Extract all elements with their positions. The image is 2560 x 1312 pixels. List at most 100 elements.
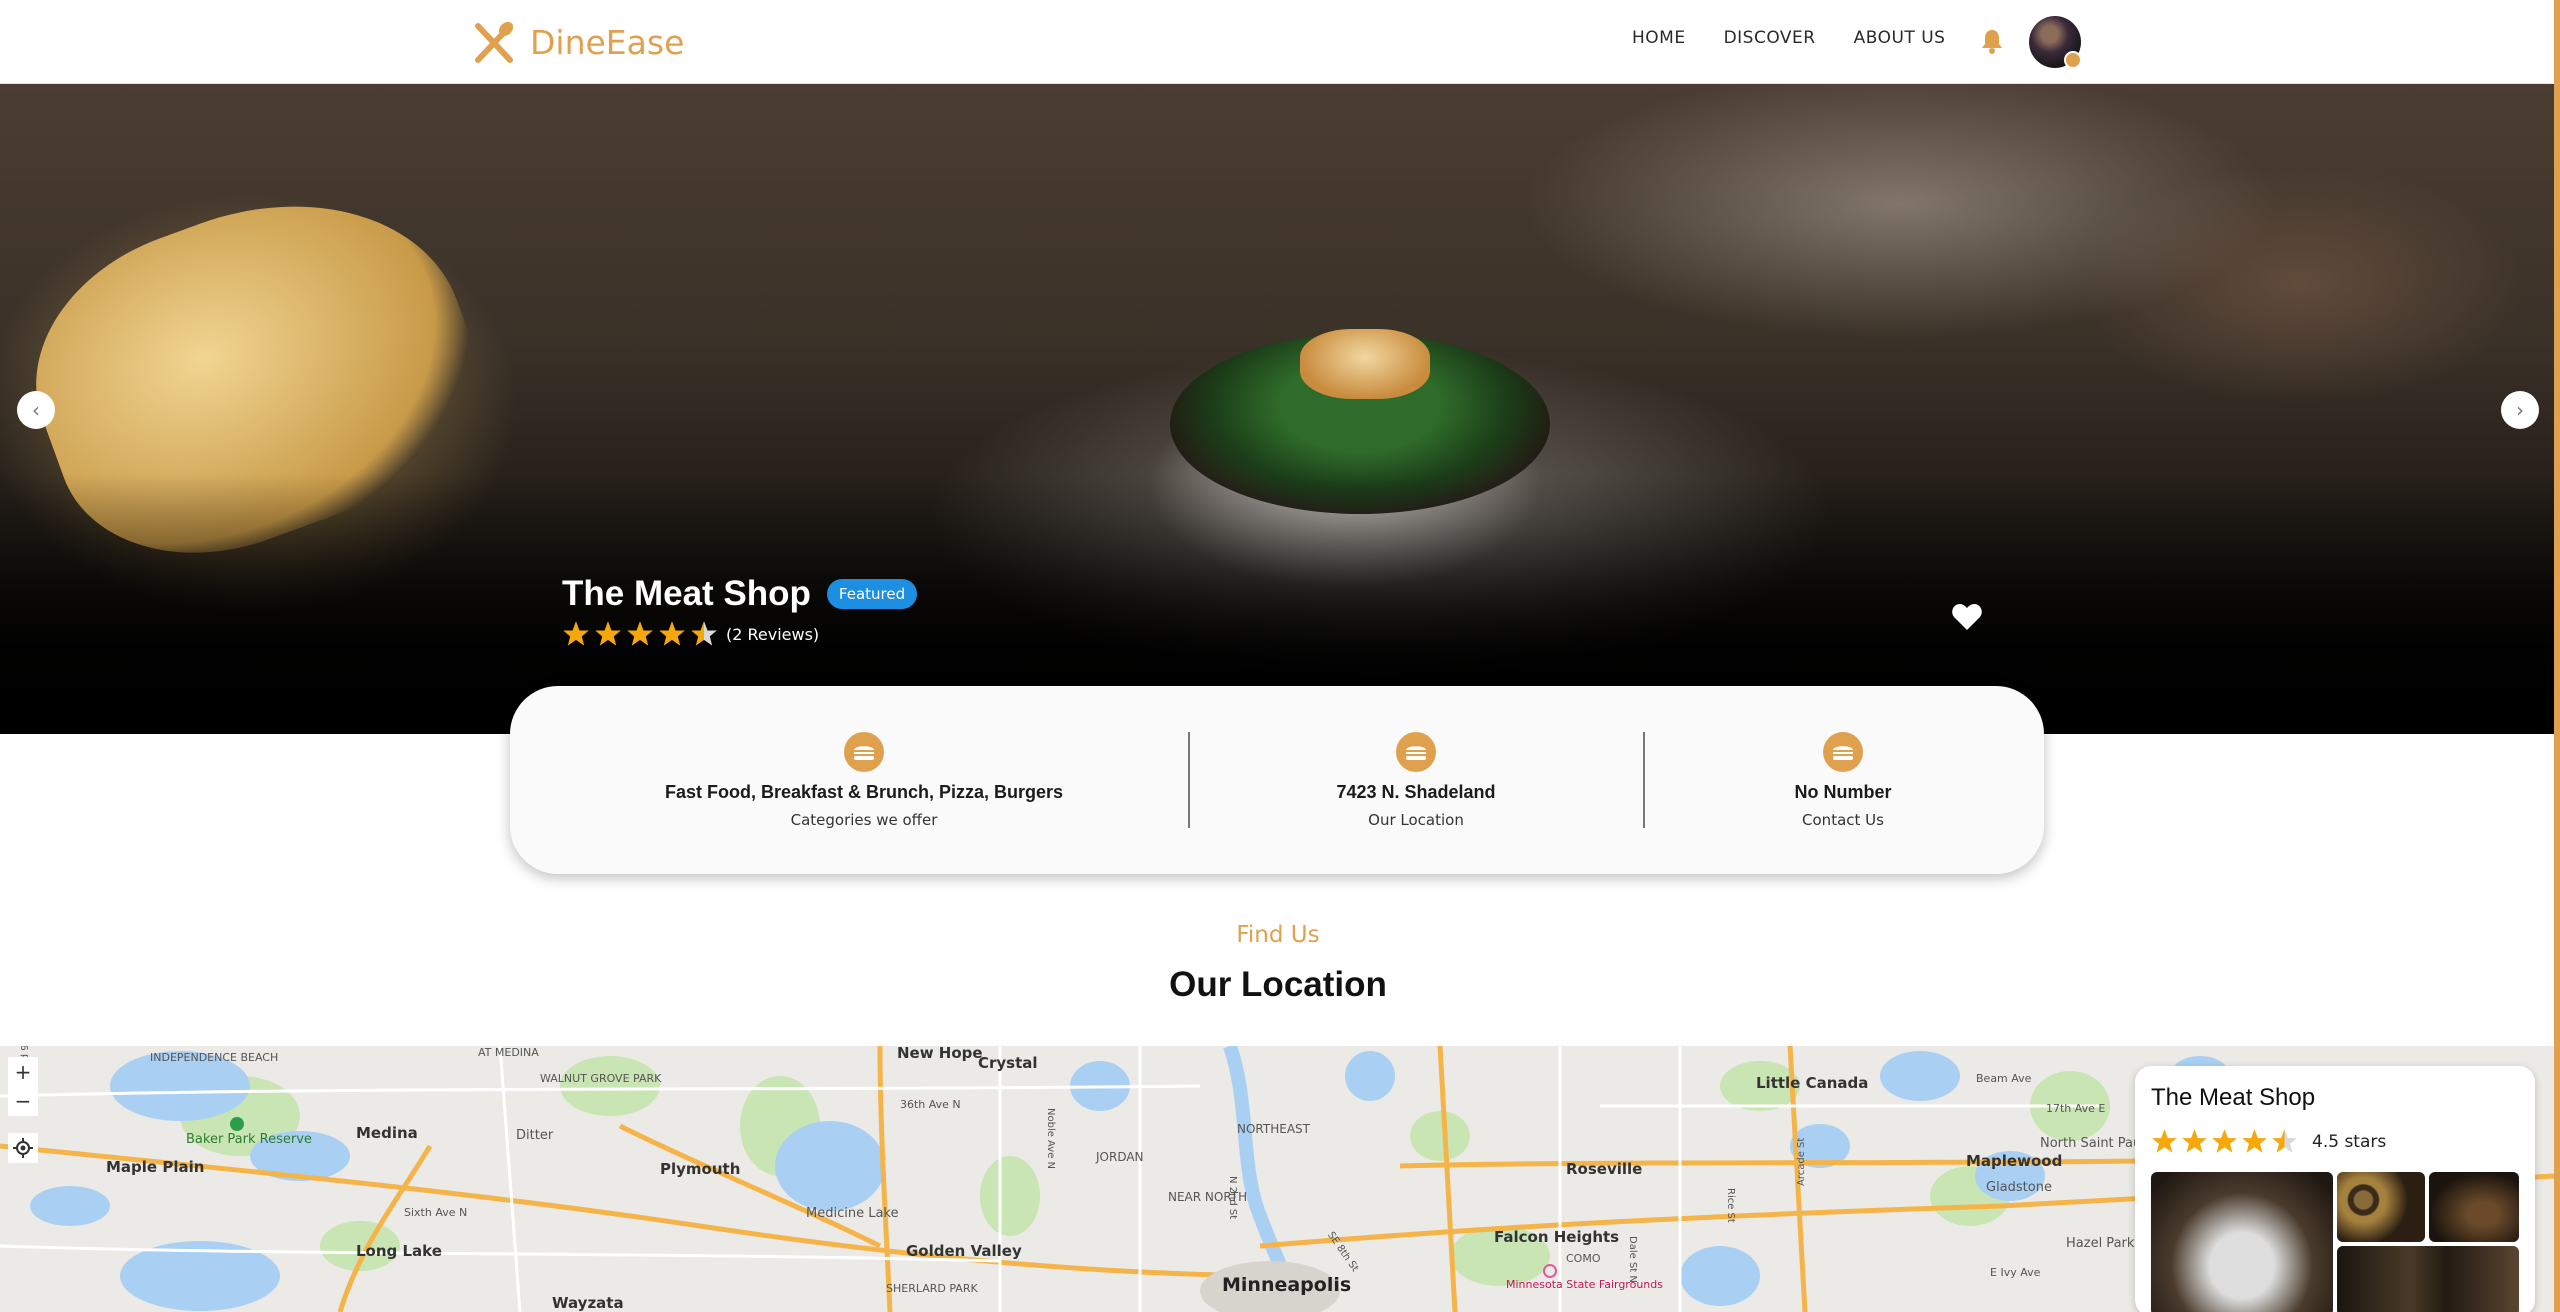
hero-photo-fish (1300, 329, 1430, 399)
map-label: WALNUT GROVE PARK (540, 1072, 662, 1085)
map-label: New Hope (897, 1046, 983, 1062)
map-label: Sixth Ave N (404, 1206, 468, 1219)
map-label: Beam Ave (1976, 1072, 2032, 1085)
map-label: Long Lake (356, 1242, 442, 1260)
place-rating-text: 4.5 stars (2312, 1131, 2387, 1152)
star-icon (563, 621, 589, 646)
map-label: Baker Park Reserve (186, 1132, 312, 1147)
map-label: Dale St N (1627, 1236, 1638, 1283)
crosshair-icon (13, 1138, 33, 1158)
chevron-left-icon: ‹ (32, 398, 40, 422)
categories-value: Fast Food, Breakfast & Brunch, Pizza, Bu… (664, 781, 1064, 802)
minus-icon: − (14, 1089, 32, 1113)
contact-label: Contact Us (1802, 810, 1884, 829)
restaurant-info-card: Fast Food, Breakfast & Brunch, Pizza, Bu… (510, 686, 2044, 874)
map-label: Crystal (978, 1054, 1038, 1072)
hero-carousel (0, 84, 2560, 734)
map-label: COMO (1566, 1252, 1601, 1265)
star-icon (2182, 1129, 2207, 1153)
burger-icon (1823, 731, 1863, 772)
map-label: Roseville (1566, 1160, 1643, 1178)
place-photo-main[interactable] (2151, 1172, 2333, 1312)
place-photo[interactable] (2337, 1172, 2425, 1242)
locate-me-button[interactable] (8, 1133, 38, 1163)
carousel-next-button[interactable]: › (2501, 391, 2539, 429)
info-categories: Fast Food, Breakfast & Brunch, Pizza, Bu… (510, 686, 1218, 874)
restaurant-name: The Meat Shop (562, 574, 811, 613)
map-label: Medina (356, 1124, 418, 1142)
map-label: 17th Ave E (2046, 1102, 2106, 1115)
map-label: North Saint Paul (2040, 1136, 2145, 1151)
map-label: INDEPENDENCE BEACH (150, 1051, 279, 1064)
avatar-status-badge (2064, 51, 2082, 69)
map-label: Ditter (516, 1128, 554, 1143)
section-title: Our Location (1169, 965, 1387, 1004)
brand-name: DineEase (530, 22, 685, 62)
info-contact: No Number Contact Us (1643, 686, 2043, 874)
info-location: 7423 N. Shadeland Our Location (1188, 686, 1644, 874)
map-label: Arcade St (1796, 1137, 1807, 1186)
map-label: SHERLARD PARK (886, 1282, 978, 1295)
map-label: Little Canada (1756, 1074, 1869, 1092)
review-count[interactable]: (2 Reviews) (726, 625, 819, 644)
star-icon (691, 621, 717, 646)
plus-icon: + (14, 1060, 32, 1084)
section-eyebrow: Find Us (1236, 922, 1320, 948)
restaurant-header: The Meat Shop Featured (562, 574, 918, 614)
star-icon (595, 621, 621, 646)
map-label: Noble Ave N (1045, 1108, 1056, 1170)
star-rating (2151, 1128, 2298, 1155)
map-place-card[interactable]: The Meat Shop 4.5 stars (2135, 1066, 2535, 1312)
star-icon (2152, 1129, 2177, 1153)
site-header: DineEase HOME DISCOVER ABOUT US (0, 0, 2560, 84)
location-value: 7423 N. Shadeland (1336, 781, 1496, 802)
zoom-in-button[interactable]: + (8, 1057, 38, 1087)
place-rating: 4.5 stars (2151, 1128, 2386, 1155)
burger-icon (844, 731, 884, 772)
place-photo[interactable] (2337, 1246, 2519, 1312)
map-label: JORDAN (1096, 1150, 1144, 1164)
map-label: Minneapolis (1222, 1274, 1352, 1296)
map-label: Golden Valley (906, 1242, 1022, 1260)
star-icon (2212, 1129, 2237, 1153)
utensils-icon (475, 21, 514, 63)
carousel-prev-button[interactable]: ‹ (17, 391, 55, 429)
map-label: Rice St (1725, 1188, 1736, 1223)
map-label: E Ivy Ave (1990, 1266, 2041, 1279)
map-label: AT MEDINA (478, 1046, 539, 1059)
nav-discover[interactable]: DISCOVER (1724, 28, 1816, 48)
star-icon (2272, 1129, 2297, 1153)
brand-logo[interactable]: DineEase (470, 18, 684, 66)
favorite-heart-icon[interactable] (1951, 602, 1983, 632)
map-label: Minnesota State Fairgrounds (1506, 1278, 1663, 1291)
map-label: N 2nd St (1227, 1176, 1238, 1220)
map-label: Gladstone (1986, 1180, 2052, 1195)
location-label: Our Location (1368, 810, 1464, 829)
map-label: NORTHEAST (1237, 1122, 1310, 1136)
place-name: The Meat Shop (2151, 1084, 2316, 1111)
map-label: Maplewood (1966, 1152, 2063, 1170)
map-label: Plymouth (660, 1160, 741, 1178)
nav-home[interactable]: HOME (1632, 28, 1686, 48)
featured-badge: Featured (826, 579, 918, 609)
star-icon (659, 621, 685, 646)
categories-label: Categories we offer (790, 810, 938, 829)
star-icon (2242, 1129, 2267, 1153)
map-label: Medicine Lake (806, 1206, 899, 1221)
map-label: 36th Ave N (900, 1098, 961, 1111)
burger-icon (1396, 731, 1436, 772)
map-label: Wayzata (552, 1294, 624, 1312)
map-label: Maple Plain (106, 1158, 205, 1176)
contact-value: No Number (1794, 781, 1892, 802)
place-photo[interactable] (2429, 1172, 2519, 1242)
nav-about[interactable]: ABOUT US (1854, 28, 1946, 48)
map-label: Falcon Heights (1494, 1228, 1620, 1246)
zoom-out-button[interactable]: − (8, 1086, 38, 1116)
scrollbar[interactable] (2554, 0, 2560, 1312)
main-nav: HOME DISCOVER ABOUT US (1632, 28, 1945, 48)
bell-icon[interactable] (1980, 28, 2004, 54)
star-icon (627, 621, 653, 646)
star-rating (562, 620, 718, 648)
chevron-right-icon: › (2516, 398, 2524, 422)
map-label: Hazel Park (2066, 1236, 2135, 1251)
